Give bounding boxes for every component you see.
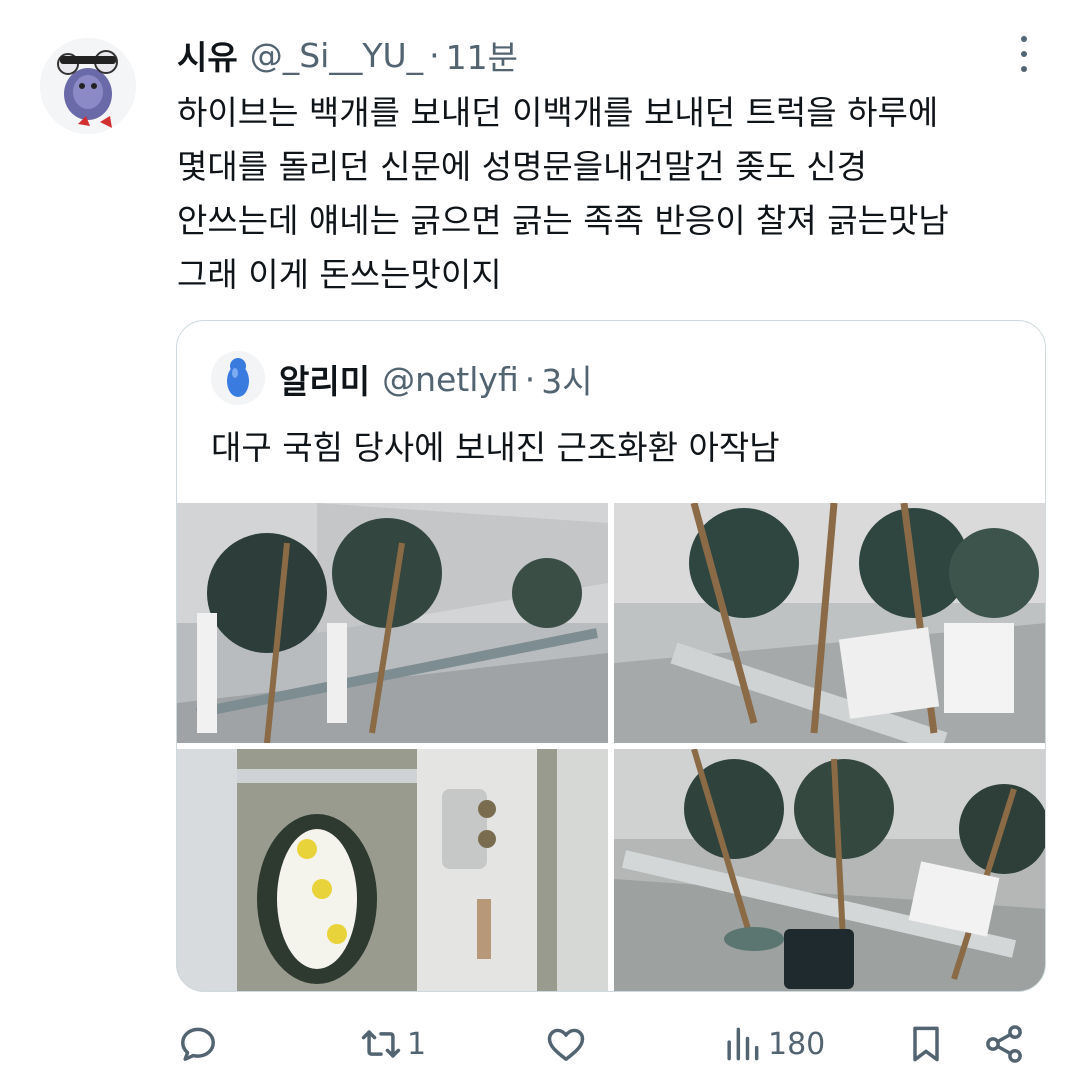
media-photo-1[interactable] [177, 503, 608, 743]
tweet-text-line: 하이브는 백개를 보내던 이백개를 보내던 트럭을 하루에 [177, 93, 939, 132]
tweet: 시유 @_Si__YU_ · 11분 하이브는 백개를 보내던 이백개를 보내던… [0, 0, 1080, 1090]
quote-author-handle[interactable]: @netlyfi [382, 360, 519, 399]
tweet-time[interactable]: 11분 [446, 31, 518, 79]
separator-dot: · [524, 359, 536, 399]
views-button[interactable]: 180 [720, 1016, 825, 1072]
quote-header: 알리미 @netlyfi · 3시 [279, 354, 593, 404]
retweet-button[interactable]: 1 [359, 1016, 426, 1072]
share-icon [986, 1025, 1022, 1063]
quote-author-name[interactable]: 알리미 [279, 355, 370, 403]
quote-time[interactable]: 3시 [541, 355, 592, 403]
action-bar: 1 180 [176, 1016, 1036, 1072]
quote-author-avatar[interactable] [211, 351, 265, 405]
media-photo-4[interactable] [614, 749, 1045, 991]
tweet-text-line: 안쓰는데 얘네는 긁으면 긁는 족족 반응이 찰져 긁는맛남 [177, 201, 949, 240]
author-name[interactable]: 시유 [177, 31, 238, 79]
media-photo-3[interactable] [177, 749, 608, 991]
tweet-text-line: 몇대를 돌리던 신문에 성명문을내건말건 좆도 신경 [177, 147, 868, 186]
separator-dot: · [429, 35, 440, 75]
retweet-count: 1 [407, 1026, 427, 1062]
share-button[interactable] [982, 1016, 1026, 1072]
tweet-header: 시유 @_Si__YU_ · 11분 [177, 30, 518, 80]
author-handle[interactable]: @_Si__YU_ [250, 36, 423, 75]
bookmark-button[interactable] [904, 1016, 948, 1072]
more-dot [1021, 51, 1027, 57]
media-photo-2[interactable] [614, 503, 1045, 743]
views-icon [727, 1027, 759, 1061]
retweet-icon [361, 1030, 401, 1058]
reply-icon [181, 1027, 215, 1061]
bookmark-icon [913, 1026, 939, 1062]
quoted-tweet[interactable]: 알리미 @netlyfi · 3시 대구 국힘 당사에 보내진 근조화환 아작남 [176, 320, 1046, 992]
author-avatar[interactable] [40, 38, 136, 134]
tweet-text: 하이브는 백개를 보내던 이백개를 보내던 트럭을 하루에 몇대를 돌리던 신문… [177, 86, 1057, 302]
like-button[interactable] [544, 1016, 588, 1072]
reply-button[interactable] [176, 1016, 220, 1072]
tweet-text-line: 그래 이게 돈쓰는맛이지 [177, 255, 502, 294]
more-options-icon[interactable] [1012, 36, 1036, 72]
more-dot [1021, 36, 1027, 42]
more-dot [1021, 66, 1027, 72]
heart-icon [547, 1028, 585, 1061]
quote-text: 대구 국힘 당사에 보내진 근조화환 아작남 [211, 428, 780, 467]
views-count: 180 [768, 1026, 826, 1062]
